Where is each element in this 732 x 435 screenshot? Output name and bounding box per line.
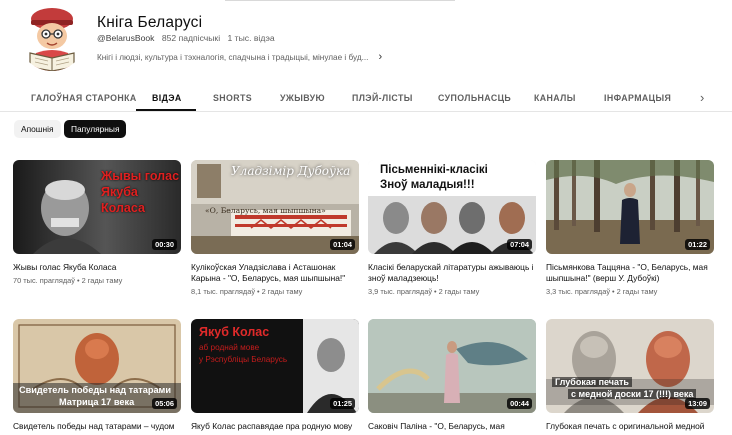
video-card[interactable]: 00:44 Саковіч Паліна - "О, Беларусь, мая [368,319,536,432]
video-age: 2 гады таму [81,276,123,285]
thumb-caption-1: Глубокая печать [552,377,632,387]
video-views: 70 тыс. праглядаў [13,276,75,285]
tab-playlists[interactable]: ПЛЭЙ-ЛІСТЫ [352,93,413,103]
tab-live[interactable]: УЖЫВУЮ [280,93,325,103]
video-card[interactable]: 01:22 Пісьмянкова Таццяна - "О, Беларусь… [546,160,714,296]
video-title[interactable]: Кулікоўская Уладзіслава і Асташонак Кары… [191,262,359,284]
thumb-caption-2: Матрица 17 века [59,397,135,407]
video-duration: 07:04 [507,239,532,250]
video-thumbnail[interactable]: Пісьменнікі-класікі Зноў маладыя!!! 07:0… [368,160,536,254]
chip-popular[interactable]: Папулярныя [64,120,127,138]
thumb-caption-2: «О, Беларусь, мая шыпшына» [205,206,326,215]
thumb-caption-3: у Рэспубліцы Беларусь [199,355,288,364]
video-duration: 05:06 [152,398,177,409]
video-title[interactable]: Саковіч Паліна - "О, Беларусь, мая [368,421,536,432]
tabs-scroll-right-icon[interactable]: › [700,90,704,105]
video-card[interactable]: Жывы голас Якуба Коласа 00:30 Жывы голас… [13,160,181,285]
channel-handle: @BelarusBook [97,33,155,43]
thumb-caption-2: аб роднай мове [199,343,260,352]
video-card[interactable]: Уладзімір Дубоўка «О, Беларусь, мая шыпш… [191,160,359,296]
video-views: 3,3 тыс. праглядаў [546,287,611,296]
video-title[interactable]: Свидетель победы над татарами – чудом уц… [13,421,181,435]
chip-newest[interactable]: Апошнія [14,120,61,138]
tab-home[interactable]: ГАЛОЎНАЯ СТАРОНКА [31,93,137,103]
thumb-caption-2: Якуба Коласа [101,185,145,215]
video-title[interactable]: Класікі беларускай літаратуры ажываюць і… [368,262,536,284]
video-views: 8,1 тыс. праглядаў [191,287,256,296]
chevron-right-icon[interactable]: › [378,51,382,63]
video-card[interactable]: Свидетель победы над татарами Матрица 17… [13,319,181,435]
video-thumbnail[interactable]: Якуб Колас аб роднай мове у Рэспубліцы Б… [191,319,359,413]
video-age: 2 гады таму [438,287,480,296]
thumb-caption-1: Уладзімір Дубоўка [231,164,351,178]
channel-avatar[interactable] [18,3,86,71]
thumb-caption-1: Жывы голас [101,169,180,183]
channel-tabs: ГАЛОЎНАЯ СТАРОНКА ВІДЭА SHORTS УЖЫВУЮ ПЛ… [0,86,732,112]
video-meta: 3,9 тыс. праглядаў • 2 гады таму [368,287,480,296]
video-thumbnail[interactable]: 00:44 [368,319,536,413]
video-duration: 13:09 [685,398,710,409]
video-card[interactable]: Якуб Колас аб роднай мове у Рэспубліцы Б… [191,319,359,432]
tab-shorts[interactable]: SHORTS [213,93,252,103]
channel-description-text: Кнігі і людзі, культура і тэхналогія, сп… [97,52,369,62]
thumb-caption-2: с медной доски 17 (!!!) века [568,389,697,399]
video-duration: 01:25 [330,398,355,409]
video-duration: 01:04 [330,239,355,250]
active-tab-indicator [136,109,196,111]
video-age: 2 гады таму [616,287,658,296]
video-duration: 00:44 [507,398,532,409]
video-meta: 70 тыс. праглядаў • 2 гады таму [13,276,123,285]
thumb-caption-1: Свидетель победы над татарами [19,385,172,395]
video-meta: 3,3 тыс. праглядаў • 2 гады таму [546,287,658,296]
video-thumbnail[interactable]: Глубокая печать с медной доски 17 (!!!) … [546,319,714,413]
video-meta: 8,1 тыс. праглядаў • 2 гады таму [191,287,303,296]
video-age: 2 гады таму [261,287,303,296]
thumb-caption-1: Якуб Колас [199,325,270,339]
channel-header: Кніга Беларусі @BelarusBook 852 падпісчы… [0,0,732,80]
video-views: 3,9 тыс. праглядаў [368,287,433,296]
video-duration: 00:30 [152,239,177,250]
top-divider [225,0,455,1]
video-card[interactable]: Глубокая печать с медной доски 17 (!!!) … [546,319,714,432]
channel-description[interactable]: Кнігі і людзі, культура і тэхналогія, сп… [97,51,382,63]
tab-videos[interactable]: ВІДЭА [152,93,182,103]
video-title[interactable]: Пісьмянкова Таццяна - "О, Беларусь, мая … [546,262,714,284]
subscriber-count: 852 падпісчыкі [161,33,221,43]
tab-about[interactable]: ІНФАРМАЦЫЯ [604,93,671,103]
video-count: 1 тыс. відэа [227,33,275,43]
video-title[interactable]: Якуб Колас распавядае пра родную мову [191,421,359,432]
video-thumbnail[interactable]: Свидетель победы над татарами Матрица 17… [13,319,181,413]
channel-meta: @BelarusBook 852 падпісчыкі 1 тыс. відэа [97,33,280,43]
video-thumbnail[interactable]: Жывы голас Якуба Коласа 00:30 [13,160,181,254]
video-card[interactable]: Пісьменнікі-класікі Зноў маладыя!!! 07:0… [368,160,536,296]
video-title[interactable]: Жывы голас Якуба Коласа [13,262,181,273]
tab-community[interactable]: СУПОЛЬНАСЦЬ [438,93,511,103]
thumb-caption-1: Пісьменнікі-класікі [380,164,488,176]
tab-channels[interactable]: КАНАЛЫ [534,93,576,103]
video-duration: 01:22 [685,239,710,250]
video-thumbnail[interactable]: 01:22 [546,160,714,254]
video-thumbnail[interactable]: Уладзімір Дубоўка «О, Беларусь, мая шыпш… [191,160,359,254]
channel-name: Кніга Беларусі [97,14,203,31]
thumb-caption-2: Зноў маладыя!!! [380,179,475,191]
video-title[interactable]: Глубокая печать с оригинальной медной [546,421,714,432]
